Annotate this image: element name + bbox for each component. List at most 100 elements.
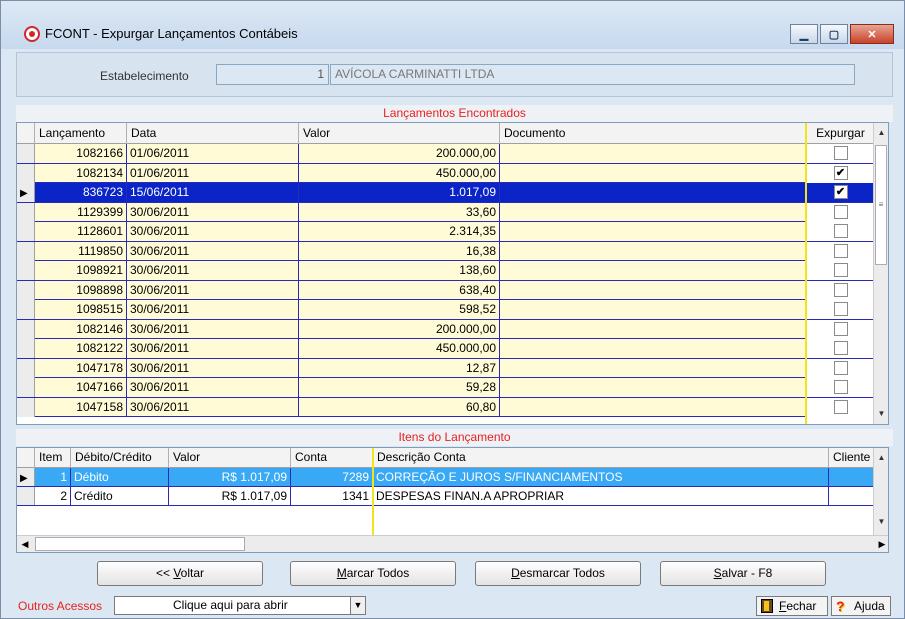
close-button[interactable]: ✕: [850, 24, 894, 44]
lancamento-row[interactable]: ▶ 836723 15/06/2011 1.017,09 ✔: [17, 183, 888, 203]
valor-cell: R$ 1.017,09: [169, 468, 291, 486]
header-panel: Estabelecimento 1 AVÍCOLA CARMINATTI LTD…: [16, 52, 893, 97]
col-valor[interactable]: Valor: [169, 448, 291, 468]
itens-section-title: Itens do Lançamento: [16, 429, 893, 446]
data-cell: 30/06/2011: [127, 339, 299, 358]
expurgar-checkbox[interactable]: [833, 321, 848, 336]
title-bar[interactable]: FCONT - Expurgar Lançamentos Contábeis ▁…: [1, 1, 904, 49]
maximize-icon: ▢: [828, 28, 840, 41]
maximize-button[interactable]: ▢: [820, 24, 848, 44]
documento-cell: [500, 397, 807, 417]
row-indicator: [17, 202, 35, 222]
expurgar-checkbox[interactable]: [833, 243, 848, 258]
row-indicator: [17, 378, 35, 397]
documento-cell: [500, 319, 807, 339]
documento-cell: [500, 163, 807, 183]
desmarcar-todos-button[interactable]: Desmarcar Todos: [475, 561, 641, 586]
expurgar-checkbox[interactable]: [833, 282, 848, 297]
col-data[interactable]: Data: [127, 123, 299, 144]
expurgar-cell: [807, 144, 875, 163]
scroll-down-icon[interactable]: ▼: [874, 406, 888, 422]
estabelecimento-name-field: AVÍCOLA CARMINATTI LTDA: [330, 64, 855, 85]
minimize-button[interactable]: ▁: [790, 24, 818, 44]
lancamento-row[interactable]: 1128601 30/06/2011 2.314,35: [17, 222, 888, 242]
expurgar-checkbox[interactable]: [833, 263, 848, 277]
salvar-button[interactable]: Salvar - F8: [660, 561, 826, 586]
item-row[interactable]: ▶ 1 Débito R$ 1.017,09 7289 CORREÇÃO E JUROS …: [17, 468, 875, 487]
close-icon: ✕: [867, 28, 877, 41]
itens-vscrollbar[interactable]: ▲ ▼: [873, 448, 888, 536]
item-row[interactable]: 2 Crédito R$ 1.017,09 1341 DESPESAS FINAN.A …: [17, 487, 875, 506]
documento-cell: [500, 300, 807, 319]
expurgar-checkbox[interactable]: [833, 204, 848, 219]
descricao-conta-cell: DESPESAS FINAN.A APROPRIAR: [373, 487, 829, 505]
data-cell: 30/06/2011: [127, 280, 299, 300]
lancamento-row[interactable]: 1082166 01/06/2011 200.000,00: [17, 144, 888, 164]
lancamento-row[interactable]: 1098515 30/06/2011 598,52: [17, 300, 888, 320]
expurgar-checkbox[interactable]: [833, 341, 848, 355]
data-cell: 30/06/2011: [127, 358, 299, 378]
lancamento-row[interactable]: 1082122 30/06/2011 450.000,00: [17, 339, 888, 359]
scroll-right-icon[interactable]: ▶: [874, 536, 888, 552]
scroll-thumb[interactable]: ≡: [875, 145, 887, 265]
voltar-label: oltar: [180, 566, 205, 580]
lancamentos-grid[interactable]: Lançamento Data Valor Documento Expurgar…: [16, 122, 889, 425]
expurgar-checkbox[interactable]: [833, 380, 848, 394]
col-conta[interactable]: Conta: [291, 448, 373, 468]
bottom-bar: Outros Acessos Clique aqui para abrir ▼ …: [16, 595, 893, 617]
item-cell: 1: [35, 468, 71, 486]
lancamento-row[interactable]: 1129399 30/06/2011 33,60: [17, 202, 888, 222]
col-valor[interactable]: Valor: [299, 123, 500, 144]
documento-cell: [500, 222, 807, 241]
col-debito-credito[interactable]: Débito/Crédito: [71, 448, 169, 468]
valor-cell: 200.000,00: [299, 144, 500, 163]
col-documento[interactable]: Documento: [500, 123, 807, 144]
expurgar-checkbox[interactable]: [833, 360, 848, 375]
marcar-todos-button[interactable]: Marcar Todos: [290, 561, 456, 586]
scroll-left-icon[interactable]: ◀: [17, 536, 33, 552]
col-lancamento[interactable]: Lançamento: [35, 123, 127, 144]
data-cell: 30/06/2011: [127, 397, 299, 417]
voltar-button[interactable]: << Voltar: [97, 561, 263, 586]
expurgar-checkbox[interactable]: [833, 146, 848, 160]
estabelecimento-label: Estabelecimento: [100, 69, 189, 83]
documento-cell: [500, 280, 807, 300]
expurgar-cell: [807, 222, 875, 241]
scroll-down-icon[interactable]: ▼: [874, 514, 888, 530]
expurgar-checkbox[interactable]: [833, 224, 848, 238]
fechar-button[interactable]: Fechar: [756, 596, 828, 616]
lancamento-row[interactable]: 1047178 30/06/2011 12,87: [17, 358, 888, 378]
col-cliente[interactable]: Cliente: [829, 448, 875, 468]
documento-cell: [500, 144, 807, 163]
valor-cell: 1.017,09: [299, 183, 500, 202]
itens-grid[interactable]: Item Débito/Crédito Valor Conta Descriçã…: [16, 447, 889, 553]
scroll-up-icon[interactable]: ▲: [874, 125, 888, 141]
lancamento-row[interactable]: 1119850 30/06/2011 16,38: [17, 241, 888, 261]
lancamento-cell: 1119850: [35, 241, 127, 261]
data-cell: 01/06/2011: [127, 163, 299, 183]
lancamento-row[interactable]: 1047158 30/06/2011 60,80: [17, 397, 888, 417]
ajuda-button[interactable]: ? Ajuda: [831, 596, 891, 616]
itens-hscrollbar[interactable]: ◀ ▶: [17, 535, 888, 552]
estabelecimento-code-field[interactable]: 1: [216, 64, 329, 85]
col-descricao-conta[interactable]: Descrição Conta: [373, 448, 829, 468]
lancamento-row[interactable]: 1098898 30/06/2011 638,40: [17, 280, 888, 300]
chevron-down-icon[interactable]: ▼: [350, 597, 365, 614]
expurgar-checkbox[interactable]: ✔: [833, 185, 848, 199]
lancamento-row[interactable]: 1082134 01/06/2011 450.000,00 ✔: [17, 163, 888, 183]
row-indicator: [17, 300, 35, 319]
outros-acessos-combo[interactable]: Clique aqui para abrir ▼: [114, 596, 366, 615]
lancamento-row[interactable]: 1082146 30/06/2011 200.000,00: [17, 319, 888, 339]
expurgar-checkbox[interactable]: [833, 302, 848, 316]
col-item[interactable]: Item: [35, 448, 71, 468]
hscroll-thumb[interactable]: [35, 537, 245, 551]
col-expurgar[interactable]: Expurgar: [807, 123, 875, 144]
combo-value: Clique aqui para abrir: [173, 598, 288, 612]
expurgar-checkbox[interactable]: [833, 399, 848, 414]
lancamentos-vscrollbar[interactable]: ▲ ≡ ▼: [873, 123, 888, 424]
lancamento-row[interactable]: 1047166 30/06/2011 59,28: [17, 378, 888, 398]
lancamento-row[interactable]: 1098921 30/06/2011 138,60: [17, 261, 888, 281]
scroll-up-icon[interactable]: ▲: [874, 450, 888, 466]
data-cell: 30/06/2011: [127, 261, 299, 280]
expurgar-checkbox[interactable]: ✔: [833, 165, 848, 180]
